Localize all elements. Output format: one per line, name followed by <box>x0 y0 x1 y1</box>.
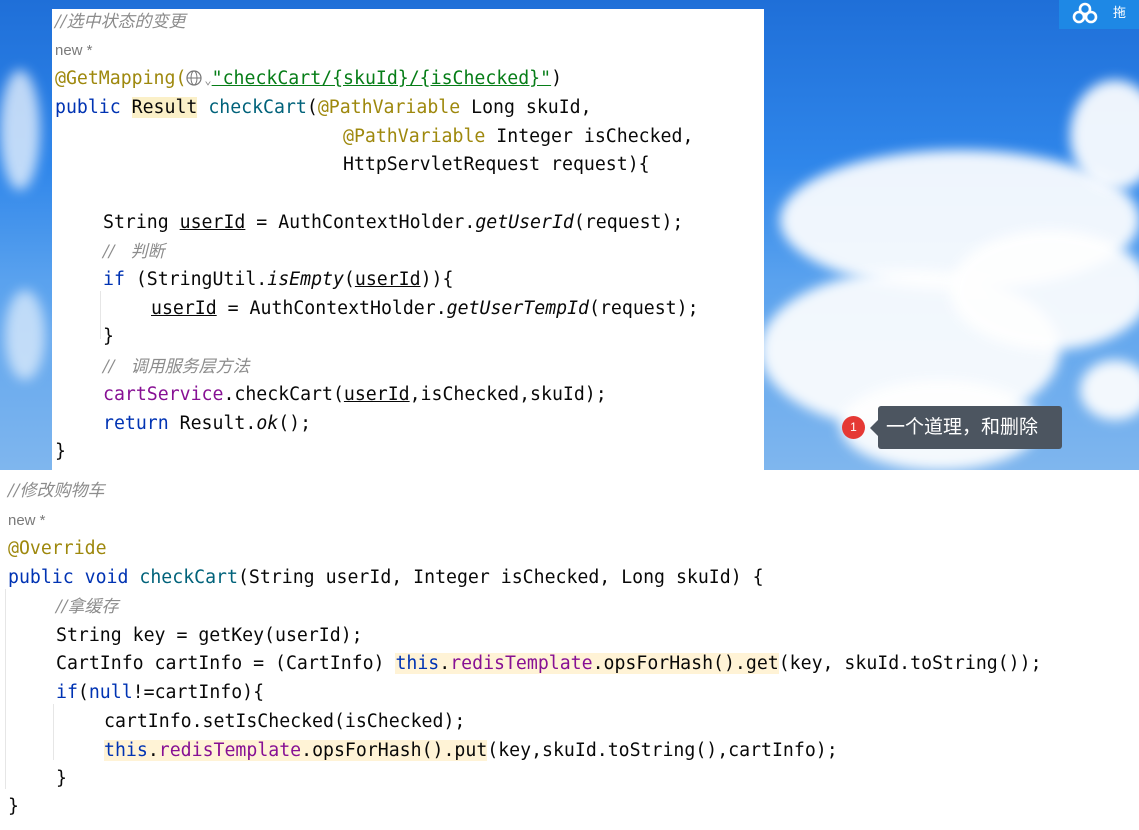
controller-code-screenshot: //选中状态的变更 new * @GetMapping(⌄"checkCart/… <box>52 9 764 470</box>
code-line-get-cart: CartInfo cartInfo = (CartInfo) this.redi… <box>56 653 1042 674</box>
code-line-signature: public void checkCart(String userId, Int… <box>8 567 764 588</box>
netdisk-label: 拖 <box>1113 5 1127 20</box>
code-comment: //选中状态的变更 <box>55 12 186 32</box>
code-line-override: @Override <box>8 538 107 559</box>
code-comment: // 调用服务层方法 <box>103 357 250 377</box>
code-line-close-method: } <box>8 796 19 817</box>
new-hint: new * <box>55 42 93 59</box>
code-line-return: return Result.ok(); <box>103 413 312 434</box>
code-line-signature-3: HttpServletRequest request){ <box>343 154 650 175</box>
code-line-get-user-id: String userId = AuthContextHolder.getUse… <box>103 212 684 233</box>
code-line-if: if (StringUtil.isEmpty(userId)){ <box>103 269 454 290</box>
chevron-down-icon: ⌄ <box>204 73 212 87</box>
globe-icon <box>186 69 204 87</box>
code-line-signature-2: @PathVariable Integer isChecked, <box>343 126 694 147</box>
notification-badge[interactable]: 1 <box>842 416 865 439</box>
service-code-screenshot: //修改购物车 new * @Override public void chec… <box>0 470 1139 830</box>
netdisk-button[interactable]: 拖 <box>1059 0 1139 29</box>
new-hint: new * <box>8 512 46 529</box>
code-line-if: if(null!=cartInfo){ <box>56 682 265 703</box>
code-comment: //拿缓存 <box>56 597 119 617</box>
code-line-close-method: } <box>55 441 66 462</box>
code-comment: //修改购物车 <box>8 481 105 501</box>
code-line-signature-1: public Result checkCart(@PathVariable Lo… <box>55 97 592 118</box>
code-line-mapping: @GetMapping(⌄"checkCart/{skuId}/{isCheck… <box>55 68 563 89</box>
code-line-close-if: } <box>103 326 114 347</box>
code-line-get-key: String key = getKey(userId); <box>56 625 363 646</box>
code-line-temp-id: userId = AuthContextHolder.getUserTempId… <box>151 298 699 319</box>
baidu-netdisk-icon <box>1065 0 1105 29</box>
code-line-close-if: } <box>56 768 67 789</box>
code-line-set-checked: cartInfo.setIsChecked(isChecked); <box>104 711 466 732</box>
notification-tooltip: 一个道理，和删除 <box>870 406 1062 449</box>
code-comment: // 判断 <box>103 242 165 262</box>
code-line-service-call: cartService.checkCart(userId,isChecked,s… <box>103 384 607 405</box>
code-line-put-cart: this.redisTemplate.opsForHash().put(key,… <box>104 740 838 761</box>
